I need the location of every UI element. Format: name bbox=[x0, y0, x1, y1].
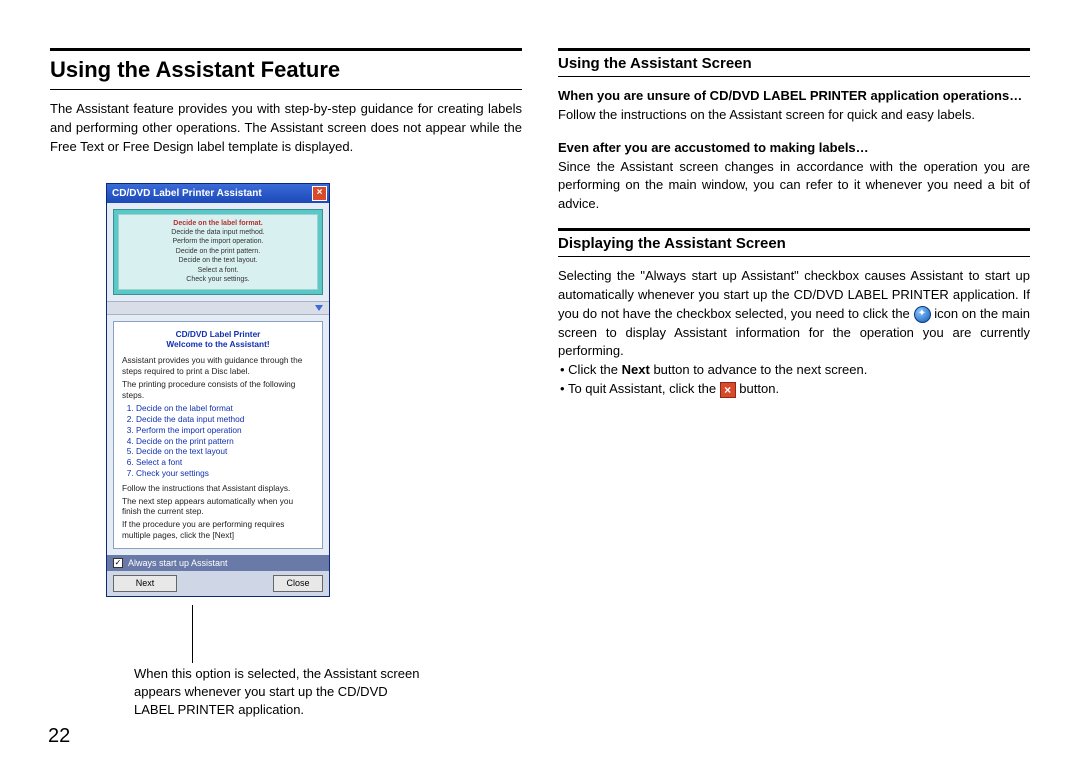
rule bbox=[50, 48, 522, 51]
assistant-content-text: Assistant provides you with guidance thr… bbox=[122, 355, 314, 377]
assistant-button-row: Next Close bbox=[107, 571, 329, 596]
always-startup-checkbox[interactable]: ✓ bbox=[113, 558, 123, 568]
section-heading: Using the Assistant Feature bbox=[50, 57, 522, 83]
left-column: Using the Assistant Feature The Assistan… bbox=[50, 40, 522, 740]
list-item: Decide on the print pattern bbox=[136, 436, 314, 447]
assistant-step: Decide on the text layout. bbox=[125, 256, 311, 265]
paragraph: Since the Assistant screen changes in ac… bbox=[558, 158, 1030, 215]
page-number: 22 bbox=[48, 725, 70, 748]
assistant-footer: ✓ Always start up Assistant bbox=[107, 555, 329, 571]
always-startup-label: Always start up Assistant bbox=[128, 558, 228, 568]
assistant-steps-panel: Decide on the label format. Decide the d… bbox=[113, 209, 323, 295]
close-icon[interactable]: × bbox=[312, 186, 327, 201]
rule bbox=[558, 256, 1030, 257]
chevron-down-icon[interactable] bbox=[315, 305, 323, 311]
paragraph: Selecting the "Always start up Assistant… bbox=[558, 267, 1030, 361]
paragraph: Follow the instructions on the Assistant… bbox=[558, 106, 1030, 125]
list-item: Check your settings bbox=[136, 468, 314, 479]
assistant-step: Select a font. bbox=[125, 266, 311, 275]
assistant-divider bbox=[107, 301, 329, 315]
list-item: Decide the data input method bbox=[136, 414, 314, 425]
assistant-titlebar: CD/DVD Label Printer Assistant × bbox=[107, 184, 329, 203]
list-item: Decide on the label format bbox=[136, 403, 314, 414]
list-item: Click the Next button to advance to the … bbox=[560, 361, 1030, 380]
assistant-step: Perform the import operation. bbox=[125, 237, 311, 246]
assistant-step: Check your settings. bbox=[125, 275, 311, 284]
assistant-content-text: If the procedure you are performing requ… bbox=[122, 519, 314, 541]
right-column: Using the Assistant Screen When you are … bbox=[558, 40, 1030, 740]
list-item: To quit Assistant, click the × button. bbox=[560, 380, 1030, 399]
bullet-list: Click the Next button to advance to the … bbox=[560, 361, 1030, 399]
assistant-content-text: Follow the instructions that Assistant d… bbox=[122, 483, 314, 494]
assistant-content-text: The next step appears automatically when… bbox=[122, 496, 314, 518]
screenshot-caption: When this option is selected, the Assist… bbox=[134, 665, 424, 720]
rule bbox=[50, 89, 522, 90]
assistant-icon: ✦ bbox=[914, 306, 931, 323]
assistant-title: CD/DVD Label Printer Assistant bbox=[112, 188, 262, 199]
list-item: Perform the import operation bbox=[136, 425, 314, 436]
subheading: Using the Assistant Screen bbox=[558, 55, 1030, 72]
assistant-content-subtitle: Welcome to the Assistant! bbox=[122, 339, 314, 350]
list-item: Decide on the text layout bbox=[136, 446, 314, 457]
assistant-content-text: The printing procedure consists of the f… bbox=[122, 379, 314, 401]
subheading: Displaying the Assistant Screen bbox=[558, 235, 1030, 252]
assistant-steps-list: Decide on the label format Decide the da… bbox=[136, 403, 314, 478]
bold-lead: When you are unsure of CD/DVD LABEL PRIN… bbox=[558, 87, 1030, 106]
close-button[interactable]: Close bbox=[273, 575, 323, 592]
intro-paragraph: The Assistant feature provides you with … bbox=[50, 100, 522, 157]
assistant-screenshot: CD/DVD Label Printer Assistant × Decide … bbox=[106, 183, 330, 597]
rule bbox=[558, 76, 1030, 77]
bold-lead: Even after you are accustomed to making … bbox=[558, 139, 1030, 158]
assistant-step-current: Decide on the label format. bbox=[125, 219, 311, 228]
close-icon: × bbox=[720, 382, 736, 398]
callout-line bbox=[192, 605, 522, 663]
assistant-content-panel: CD/DVD Label Printer Welcome to the Assi… bbox=[113, 321, 323, 549]
rule bbox=[558, 48, 1030, 51]
assistant-step: Decide on the print pattern. bbox=[125, 247, 311, 256]
assistant-step: Decide the data input method. bbox=[125, 228, 311, 237]
next-button[interactable]: Next bbox=[113, 575, 177, 592]
assistant-content-title: CD/DVD Label Printer bbox=[122, 329, 314, 340]
rule bbox=[558, 228, 1030, 231]
list-item: Select a font bbox=[136, 457, 314, 468]
